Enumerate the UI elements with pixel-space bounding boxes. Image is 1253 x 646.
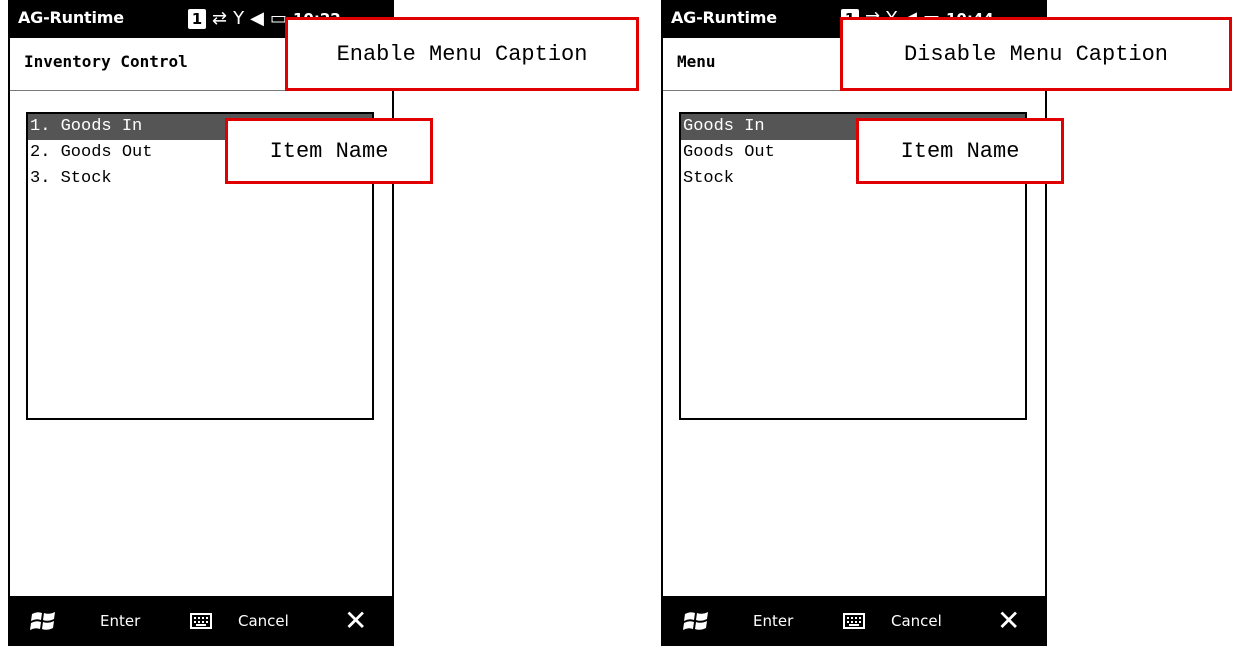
enter-softkey[interactable]: Enter — [753, 612, 793, 630]
cancel-softkey[interactable]: Cancel — [238, 612, 289, 630]
volume-icon: ◀ — [250, 8, 264, 29]
callout-disable-menu-caption: Disable Menu Caption — [840, 17, 1232, 91]
app-title: AG-Runtime — [671, 8, 777, 27]
keyboard-icon[interactable] — [190, 613, 212, 629]
windows-start-icon[interactable] — [30, 609, 56, 633]
menu-caption: Inventory Control — [24, 52, 188, 71]
callout-item-name: Item Name — [856, 118, 1064, 184]
soft-key-bar: Enter Cancel ✕ — [10, 596, 392, 646]
device-screen-disable-caption: AG-Runtime 1 ⇄ Y ◀ ▭ 10:44 Menu Goods In… — [661, 0, 1047, 646]
enter-softkey[interactable]: Enter — [100, 612, 140, 630]
callout-item-name: Item Name — [225, 118, 433, 184]
cancel-softkey[interactable]: Cancel — [891, 612, 942, 630]
close-icon[interactable]: ✕ — [344, 604, 367, 637]
sync-icon: ⇄ — [212, 8, 228, 29]
signal-icon: Y — [233, 8, 245, 29]
app-title: AG-Runtime — [18, 8, 124, 27]
menu-caption: Menu — [677, 52, 716, 71]
windows-start-icon[interactable] — [683, 609, 709, 633]
soft-key-bar: Enter Cancel ✕ — [663, 596, 1045, 646]
sim-indicator-icon: 1 — [188, 9, 206, 29]
close-icon[interactable]: ✕ — [997, 604, 1020, 637]
device-screen-enable-caption: AG-Runtime 1 ⇄ Y ◀ ▭ 10:22 Inventory Con… — [8, 0, 394, 646]
keyboard-icon[interactable] — [843, 613, 865, 629]
callout-enable-menu-caption: Enable Menu Caption — [285, 17, 639, 91]
